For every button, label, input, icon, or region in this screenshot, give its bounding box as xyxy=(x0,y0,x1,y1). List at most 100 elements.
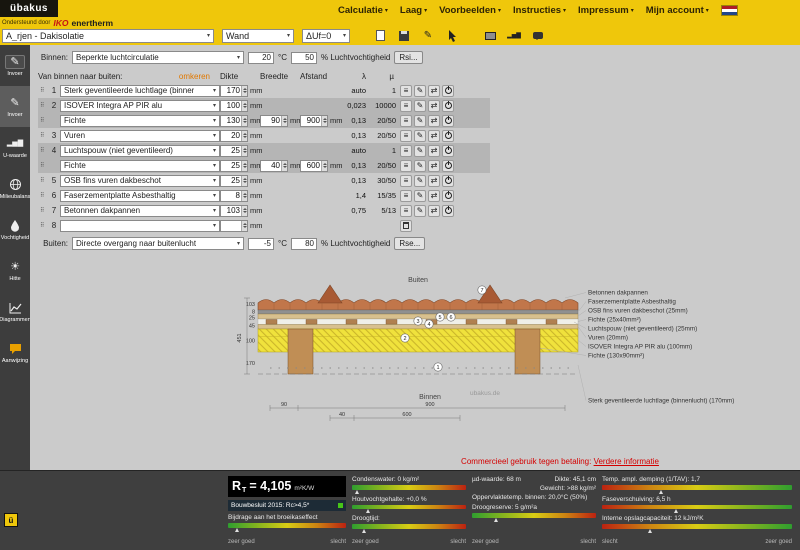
afstand-input[interactable]: 900 xyxy=(300,114,328,127)
stepper-icon[interactable] xyxy=(321,160,327,171)
row-swap-icon[interactable]: ⇄ xyxy=(428,159,440,172)
row-edit-icon[interactable]: ✎ xyxy=(414,204,426,217)
language-flag-nl[interactable] xyxy=(720,5,738,16)
sidebar-item-hitte[interactable]: ☀ Hitte xyxy=(0,250,30,291)
stepper-icon[interactable] xyxy=(281,115,287,126)
row-toggle-icon[interactable] xyxy=(442,99,454,112)
stepper-icon[interactable] xyxy=(241,115,247,126)
row-menu-icon[interactable]: ≡ xyxy=(400,204,412,217)
stepper-icon[interactable] xyxy=(281,160,287,171)
dikte-input[interactable]: 170 xyxy=(220,84,248,97)
verdere-informatie-link[interactable]: Verdere informatie xyxy=(594,457,659,466)
row-edit-icon[interactable]: ✎ xyxy=(414,99,426,112)
drag-handle-icon[interactable]: ⠿ xyxy=(40,192,48,200)
row-toggle-icon[interactable] xyxy=(442,114,454,127)
edit-icon[interactable]: ✎ xyxy=(420,28,436,43)
row-delete-icon[interactable] xyxy=(400,219,412,232)
material-select[interactable]: ISOVER Integra AP PIR alu ▾ xyxy=(60,99,220,112)
stepper-icon[interactable] xyxy=(241,85,247,96)
row-menu-icon[interactable]: ≡ xyxy=(400,84,412,97)
afstand-input[interactable]: 600 xyxy=(300,159,328,172)
row-swap-icon[interactable]: ⇄ xyxy=(428,84,440,97)
component-type-select[interactable]: Wand ▾ xyxy=(222,28,294,43)
material-select[interactable]: Betonnen dakpannen ▾ xyxy=(60,204,220,217)
dikte-input[interactable]: 25 xyxy=(220,144,248,157)
row-menu-icon[interactable]: ≡ xyxy=(400,99,412,112)
rse-button[interactable]: Rse... xyxy=(394,237,426,250)
row-edit-icon[interactable]: ✎ xyxy=(414,174,426,187)
drag-handle-icon[interactable]: ⠿ xyxy=(40,147,48,155)
row-edit-icon[interactable]: ✎ xyxy=(414,114,426,127)
drag-handle-icon[interactable]: ⠿ xyxy=(40,177,48,185)
chart-icon[interactable]: ▂▅▇ xyxy=(506,28,522,43)
dikte-input[interactable]: 100 xyxy=(220,99,248,112)
drag-handle-icon[interactable]: ⠿ xyxy=(40,102,48,110)
buiten-condition-select[interactable]: Directe overgang naar buitenlucht ▾ xyxy=(72,237,244,250)
binnen-humidity-input[interactable]: 50 xyxy=(290,51,317,64)
row-toggle-icon[interactable] xyxy=(442,174,454,187)
material-select[interactable]: Faserzementplatte Asbesthaltig ▾ xyxy=(60,189,220,202)
row-swap-icon[interactable]: ⇄ xyxy=(428,144,440,157)
row-swap-icon[interactable]: ⇄ xyxy=(428,189,440,202)
row-edit-icon[interactable]: ✎ xyxy=(414,129,426,142)
row-menu-icon[interactable]: ≡ xyxy=(400,174,412,187)
drag-handle-icon[interactable]: ⠿ xyxy=(40,117,48,125)
material-select[interactable]: Vuren ▾ xyxy=(60,129,220,142)
ubakus-badge-icon[interactable]: ü xyxy=(4,513,18,527)
sidebar-item-invoer-2[interactable]: ✎ Invoer xyxy=(0,86,30,127)
dikte-input[interactable]: 20 xyxy=(220,129,248,142)
menu-voorbeelden[interactable]: Voorbeelden ▾ xyxy=(439,5,501,16)
dikte-input[interactable]: 103 xyxy=(220,204,248,217)
stepper-icon[interactable] xyxy=(241,100,247,111)
row-menu-icon[interactable]: ≡ xyxy=(400,144,412,157)
dikte-input[interactable] xyxy=(220,219,248,232)
row-toggle-icon[interactable] xyxy=(442,144,454,157)
row-toggle-icon[interactable] xyxy=(442,204,454,217)
breedte-input[interactable]: 40 xyxy=(260,159,288,172)
row-edit-icon[interactable]: ✎ xyxy=(414,84,426,97)
binnen-temp-input[interactable]: 20 xyxy=(248,51,274,64)
screen-icon[interactable] xyxy=(482,28,498,43)
row-toggle-icon[interactable] xyxy=(442,189,454,202)
sidebar-item-invoer-1[interactable]: ✎ Invoer xyxy=(0,45,30,86)
cursor-icon[interactable] xyxy=(444,28,460,43)
dikte-input[interactable]: 25 xyxy=(220,159,248,172)
save-icon[interactable] xyxy=(396,28,412,43)
row-edit-icon[interactable]: ✎ xyxy=(414,189,426,202)
comment-icon[interactable] xyxy=(530,28,546,43)
row-menu-icon[interactable]: ≡ xyxy=(400,189,412,202)
drag-handle-icon[interactable]: ⠿ xyxy=(40,162,48,170)
stepper-icon[interactable] xyxy=(241,130,247,141)
row-swap-icon[interactable]: ⇄ xyxy=(428,99,440,112)
binnen-condition-select[interactable]: Beperkte luchtcirculatie ▾ xyxy=(72,51,244,64)
breedte-input[interactable]: 90 xyxy=(260,114,288,127)
row-edit-icon[interactable]: ✎ xyxy=(414,159,426,172)
buiten-humidity-input[interactable]: 80 xyxy=(290,237,317,250)
row-toggle-icon[interactable] xyxy=(442,129,454,142)
project-select[interactable]: A_rjen - Dakisolatie ▾ xyxy=(2,28,214,43)
dikte-input[interactable]: 130 xyxy=(220,114,248,127)
row-swap-icon[interactable]: ⇄ xyxy=(428,114,440,127)
menu-impressum[interactable]: Impressum ▾ xyxy=(578,5,634,16)
dikte-input[interactable]: 8 xyxy=(220,189,248,202)
stepper-icon[interactable] xyxy=(241,205,247,216)
material-select[interactable]: Luchtspouw (niet geventileerd) ▾ xyxy=(60,144,220,157)
stepper-icon[interactable] xyxy=(241,145,247,156)
row-swap-icon[interactable]: ⇄ xyxy=(428,174,440,187)
stepper-icon[interactable] xyxy=(321,115,327,126)
material-select[interactable]: ▾ xyxy=(60,219,220,232)
stepper-icon[interactable] xyxy=(241,175,247,186)
stepper-icon[interactable] xyxy=(241,190,247,201)
sidebar-item-vochtigheid[interactable]: Vochtigheid xyxy=(0,209,30,250)
row-swap-icon[interactable]: ⇄ xyxy=(428,129,440,142)
sidebar-item-u-waarde[interactable]: ▂▅▇ U-waarde xyxy=(0,127,30,168)
drag-handle-icon[interactable]: ⠿ xyxy=(40,87,48,95)
du-correction-select[interactable]: ΔUf=0 ▾ xyxy=(302,28,350,43)
buiten-temp-input[interactable]: -5 xyxy=(248,237,274,250)
row-menu-icon[interactable]: ≡ xyxy=(400,159,412,172)
sidebar-item-diagrammen[interactable]: Diagrammen xyxy=(0,291,31,332)
row-menu-icon[interactable]: ≡ xyxy=(400,129,412,142)
row-toggle-icon[interactable] xyxy=(442,84,454,97)
menu-instructies[interactable]: Instructies ▾ xyxy=(513,5,566,16)
row-toggle-icon[interactable] xyxy=(442,159,454,172)
